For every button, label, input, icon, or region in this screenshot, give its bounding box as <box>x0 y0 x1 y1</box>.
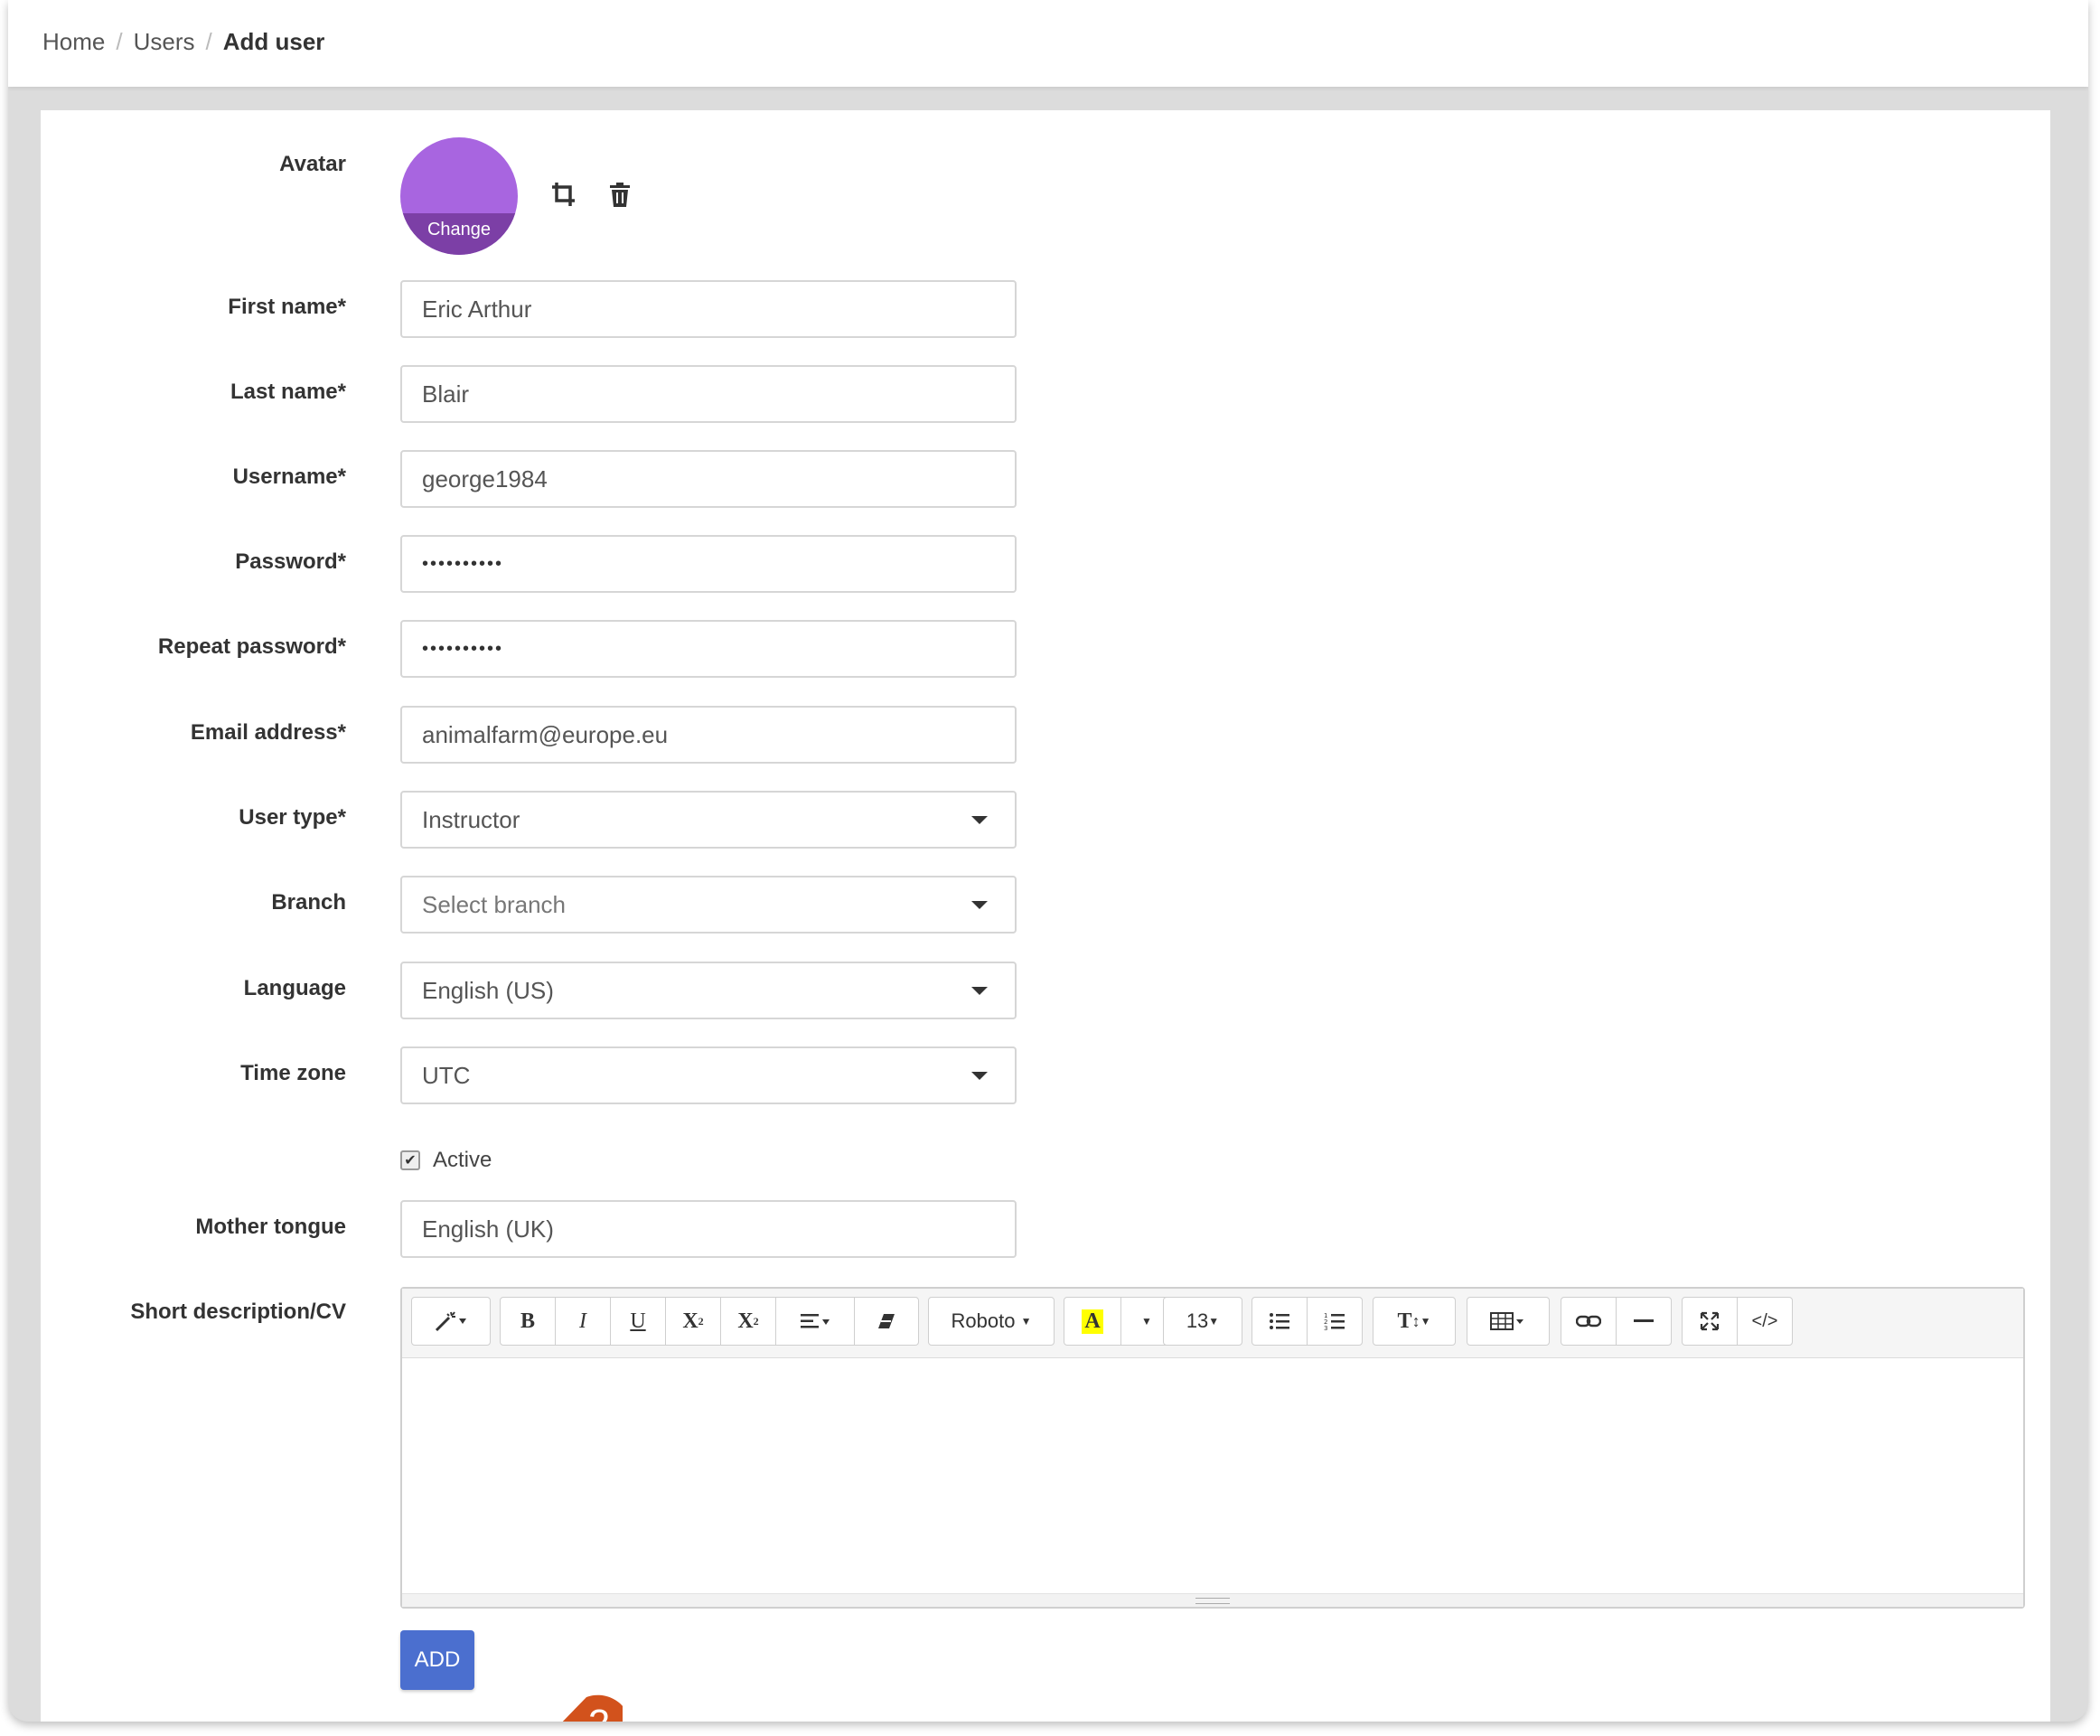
font-family-dropdown[interactable]: Roboto ▼ <box>928 1297 1055 1346</box>
first-name-input[interactable]: Eric Arthur <box>400 280 1017 338</box>
avatar-change-button[interactable]: Change <box>400 213 518 255</box>
eraser-icon[interactable] <box>854 1297 919 1346</box>
email-input[interactable]: animalfarm@europe.eu <box>400 706 1017 764</box>
repeat-password-value: •••••••••• <box>422 638 504 659</box>
first-name-value: Eric Arthur <box>422 295 532 323</box>
top-bar: Home / Users / Add user <box>8 0 2088 87</box>
user-type-label: User type* <box>239 805 346 830</box>
link-icon[interactable] <box>1561 1297 1617 1346</box>
mother-tongue-input[interactable]: English (UK) <box>400 1200 1017 1258</box>
password-label: Password* <box>235 549 346 574</box>
chevron-down-icon <box>971 815 988 824</box>
trash-icon[interactable] <box>608 183 632 212</box>
short-description-label: Short description/CV <box>130 1300 346 1324</box>
language-value: English (US) <box>422 976 554 1004</box>
language-label: Language <box>243 976 346 1000</box>
password-input[interactable]: •••••••••• <box>400 535 1017 593</box>
align-icon[interactable] <box>775 1297 855 1346</box>
username-label: Username* <box>232 464 346 489</box>
rich-text-editor[interactable]: B I U X2 X2 Roboto ▼ A ▼ 13 ▼ 1 2 3 T ↕ … <box>400 1287 2025 1609</box>
subscript-icon[interactable]: X2 <box>720 1297 776 1346</box>
highlight-icon[interactable]: A <box>1064 1297 1121 1346</box>
font-size-dropdown[interactable]: 13 ▼ <box>1163 1297 1242 1346</box>
last-name-value: Blair <box>422 380 470 408</box>
code-view-icon[interactable]: </> <box>1737 1297 1793 1346</box>
breadcrumb: Home / Users / Add user <box>42 28 324 56</box>
time-zone-value: UTC <box>422 1061 471 1089</box>
breadcrumb-current: Add user <box>222 28 325 55</box>
magic-wand-icon[interactable] <box>411 1297 491 1346</box>
grip-icon <box>1195 1598 1230 1604</box>
crop-icon[interactable] <box>550 181 577 212</box>
font-family-value: Roboto <box>951 1309 1016 1332</box>
fullscreen-icon[interactable] <box>1682 1297 1738 1346</box>
breadcrumb-separator: / <box>116 28 123 55</box>
callout-number: 2 <box>577 1699 621 1722</box>
breadcrumb-separator: / <box>205 28 212 55</box>
active-checkbox-row[interactable]: ✔ Active <box>400 1148 492 1173</box>
italic-icon[interactable]: I <box>555 1297 611 1346</box>
horizontal-rule-icon[interactable] <box>1616 1297 1672 1346</box>
repeat-password-label: Repeat password* <box>157 634 346 659</box>
text-height-icon[interactable]: T ↕ ▼ <box>1373 1297 1456 1346</box>
app-frame: Home / Users / Add user Avatar Change Fi… <box>8 0 2088 1722</box>
email-label: Email address* <box>190 720 346 745</box>
branch-placeholder: Select branch <box>422 890 566 918</box>
table-icon[interactable] <box>1467 1297 1550 1346</box>
email-value: animalfarm@europe.eu <box>422 720 669 748</box>
superscript-icon[interactable]: X2 <box>665 1297 721 1346</box>
bold-icon[interactable]: B <box>500 1297 556 1346</box>
breadcrumb-users[interactable]: Users <box>134 28 195 56</box>
avatar-label: Avatar <box>279 152 346 176</box>
mother-tongue-value: English (UK) <box>422 1215 554 1243</box>
chevron-down-icon <box>971 1071 988 1080</box>
branch-label: Branch <box>271 890 346 915</box>
chevron-down-icon <box>971 986 988 995</box>
active-label: Active <box>433 1148 492 1172</box>
add-button[interactable]: ADD <box>400 1630 474 1690</box>
bullet-list-icon[interactable] <box>1252 1297 1308 1346</box>
underline-icon[interactable]: U <box>610 1297 666 1346</box>
add-user-form: Avatar Change First name* Eric Arthur La… <box>41 110 2050 1722</box>
time-zone-select[interactable]: UTC <box>400 1046 1017 1104</box>
time-zone-label: Time zone <box>240 1061 346 1085</box>
font-size-value: 13 <box>1186 1309 1209 1332</box>
avatar[interactable]: Change <box>400 137 518 255</box>
repeat-password-input[interactable]: •••••••••• <box>400 620 1017 678</box>
user-type-select[interactable]: Instructor <box>400 791 1017 849</box>
username-input[interactable]: george1984 <box>400 450 1017 508</box>
first-name-label: First name* <box>228 295 346 319</box>
language-select[interactable]: English (US) <box>400 962 1017 1019</box>
breadcrumb-home[interactable]: Home <box>42 28 105 56</box>
numbered-list-icon[interactable]: 123 <box>1307 1297 1363 1346</box>
last-name-label: Last name* <box>230 380 346 404</box>
svg-text:3: 3 <box>1324 1325 1327 1331</box>
editor-toolbar: B I U X2 X2 Roboto ▼ A ▼ 13 ▼ 1 2 3 T ↕ … <box>402 1289 2023 1358</box>
user-type-value: Instructor <box>422 805 520 833</box>
editor-resize-handle[interactable] <box>402 1593 2023 1607</box>
password-value: •••••••••• <box>422 553 504 574</box>
branch-select[interactable]: Select branch <box>400 876 1017 934</box>
active-checkbox[interactable]: ✔ <box>400 1150 420 1170</box>
chevron-down-icon <box>971 900 988 909</box>
mother-tongue-label: Mother tongue <box>195 1215 346 1239</box>
last-name-input[interactable]: Blair <box>400 365 1017 423</box>
username-value: george1984 <box>422 464 548 493</box>
